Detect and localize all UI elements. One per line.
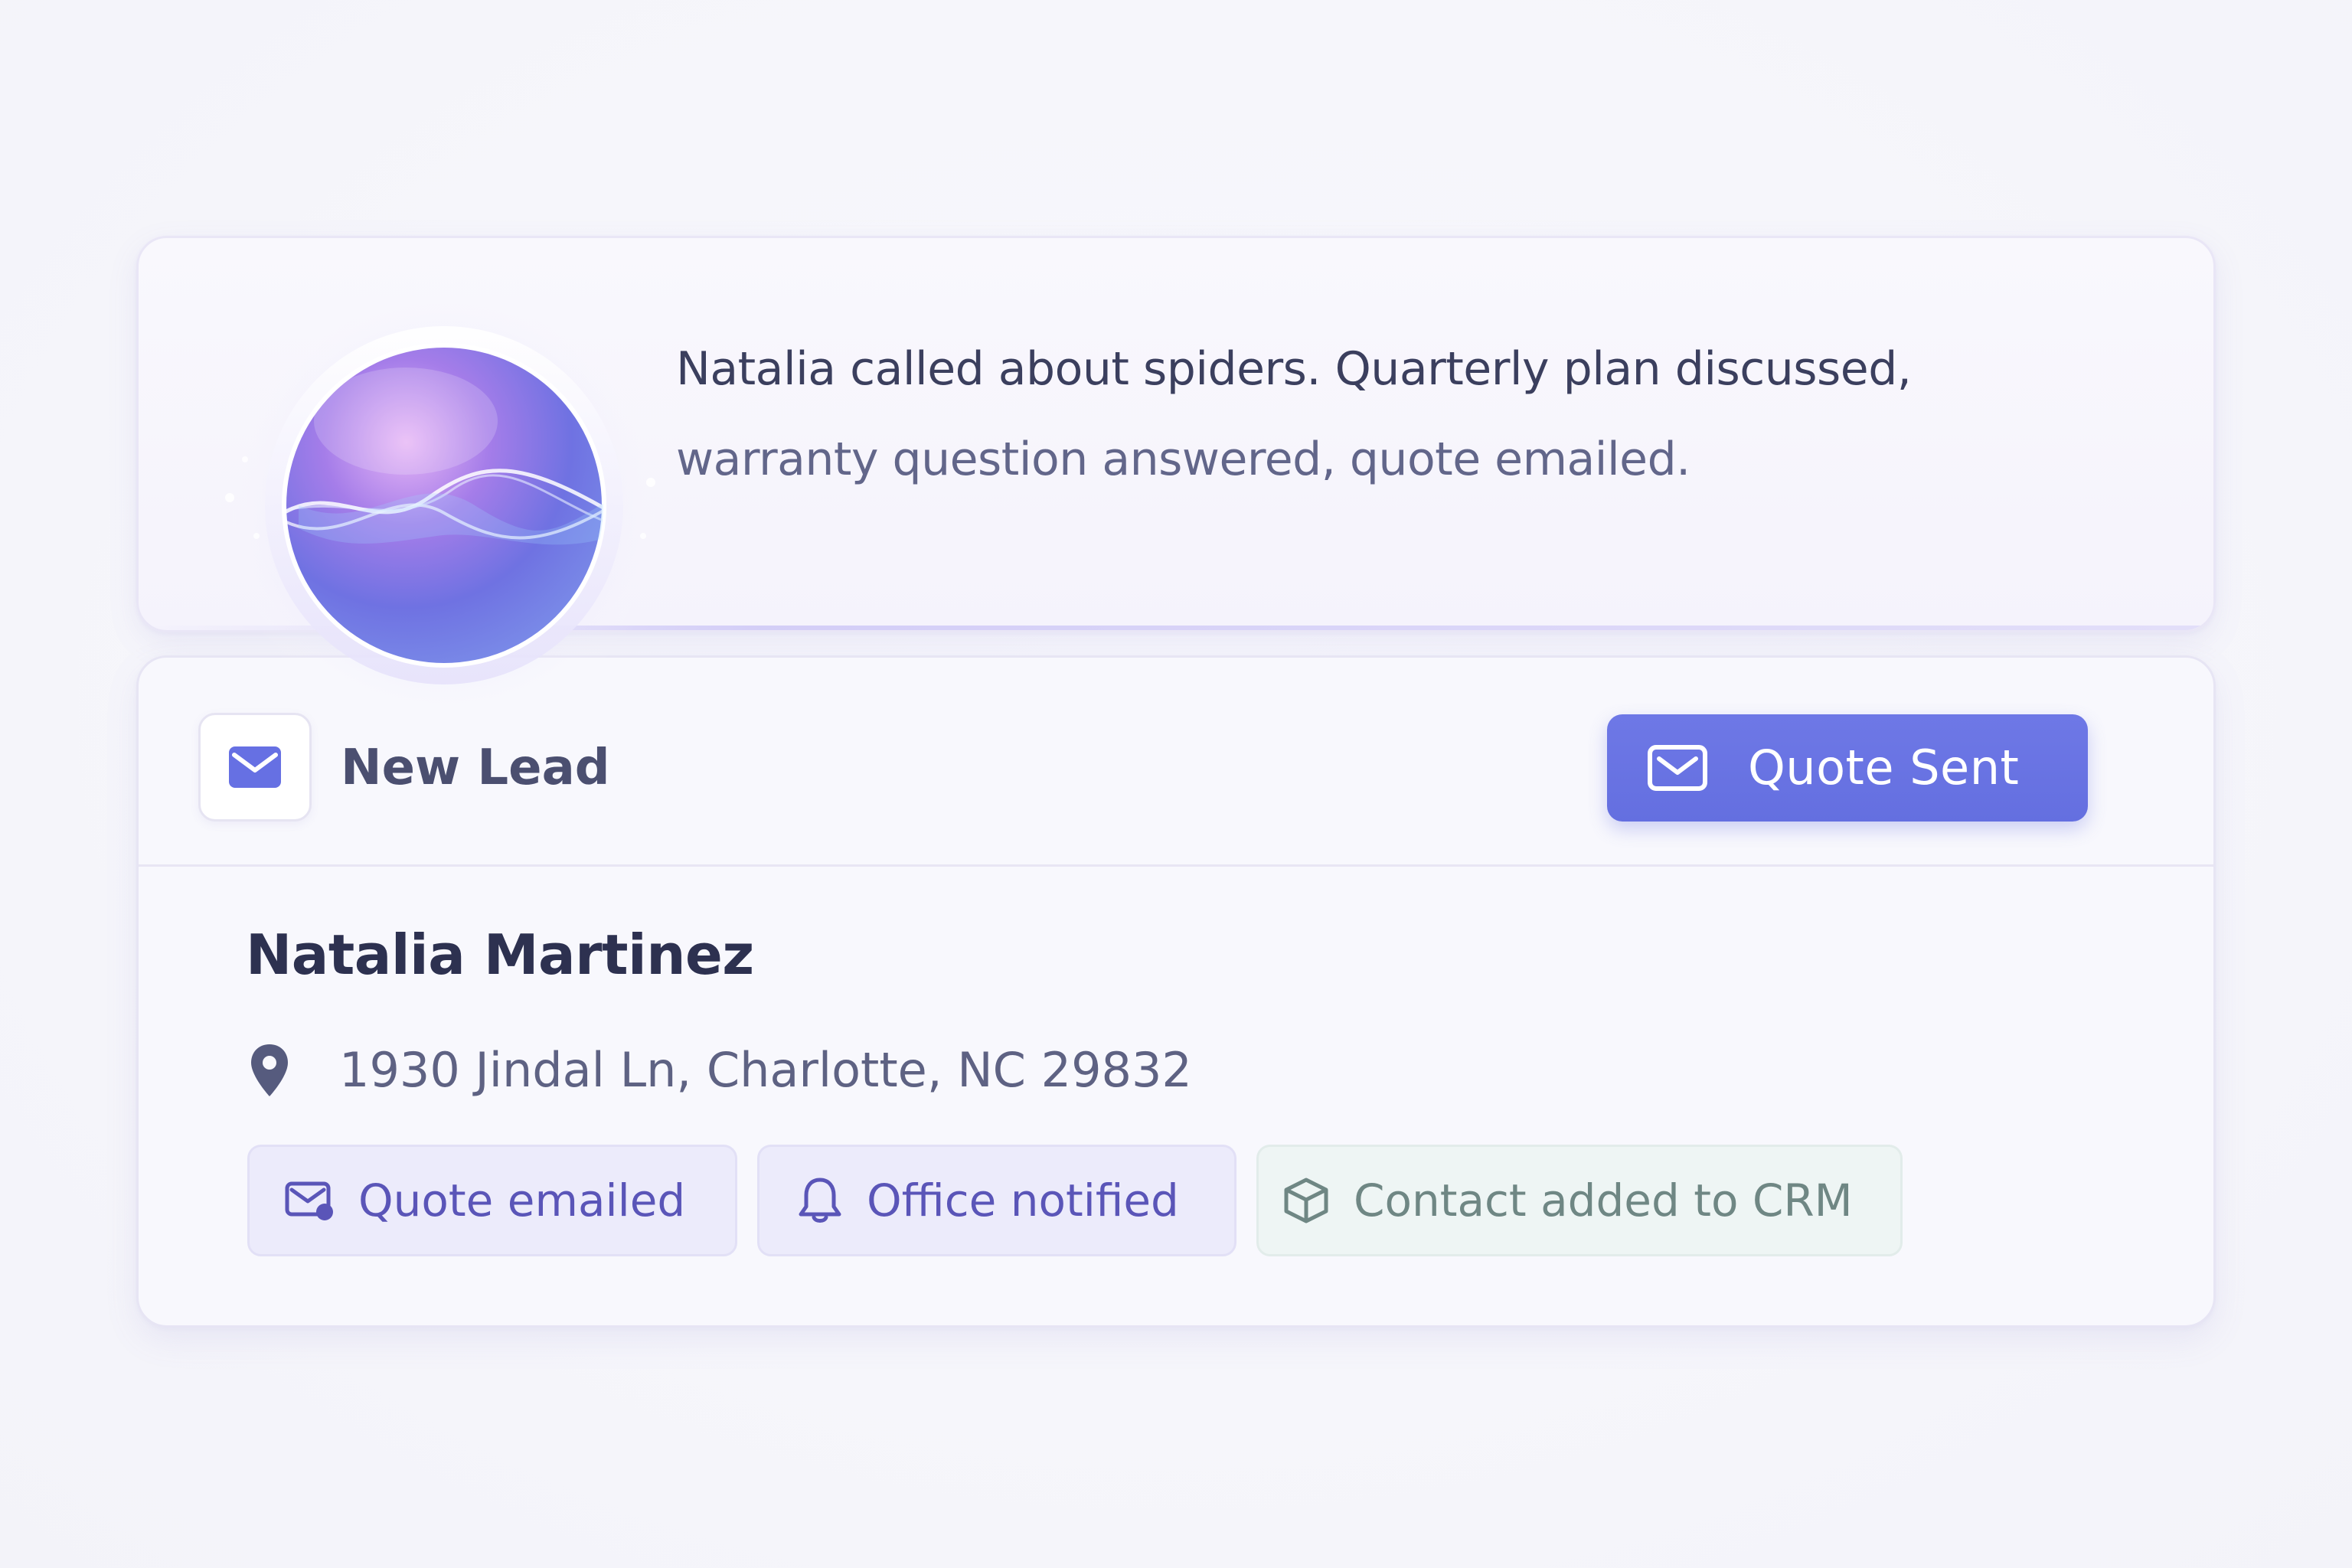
address-row: 1930 Jindal Ln, Charlotte, NC 29832 <box>249 1036 1192 1105</box>
crm-added-label: Contact added to CRM <box>1354 1174 1853 1227</box>
lead-card-header: New Lead Quote Sent <box>139 658 2213 867</box>
call-summary-card: Natalia called about spiders. Quarterly … <box>136 236 2216 632</box>
crm-added-chip[interactable]: Contact added to CRM <box>1256 1145 1903 1256</box>
lead-type-label: New Lead <box>341 740 610 796</box>
quote-sent-label: Quote Sent <box>1748 740 2020 795</box>
address-text: 1930 Jindal Ln, Charlotte, NC 29832 <box>339 1042 1192 1098</box>
mail-icon <box>229 746 281 788</box>
call-summary-line-2: warranty question answered, quote emaile… <box>676 433 1690 486</box>
page-background: { "summary": { "line_1": "Natalia called… <box>0 0 2352 1568</box>
contact-name: Natalia Martinez <box>246 923 754 987</box>
office-notified-chip[interactable]: Office notified <box>757 1145 1236 1256</box>
office-notified-label: Office notified <box>867 1174 1179 1227</box>
location-pin-icon <box>251 1044 288 1096</box>
bell-icon <box>799 1178 841 1223</box>
quote-sent-button[interactable]: Quote Sent <box>1607 714 2088 822</box>
lead-type-icon-box <box>198 713 312 822</box>
mail-send-icon <box>285 1181 333 1220</box>
cube-icon <box>1284 1178 1328 1223</box>
call-summary-line-1: Natalia called about spiders. Quarterly … <box>676 342 1912 396</box>
lead-card: New Lead Quote Sent Natalia Martinez 193… <box>136 655 2216 1328</box>
call-summary-text: Natalia called about spiders. Quarterly … <box>676 324 2131 505</box>
mail-icon <box>1648 745 1707 791</box>
quote-emailed-label: Quote emailed <box>358 1174 686 1227</box>
quote-emailed-chip[interactable]: Quote emailed <box>247 1145 737 1256</box>
